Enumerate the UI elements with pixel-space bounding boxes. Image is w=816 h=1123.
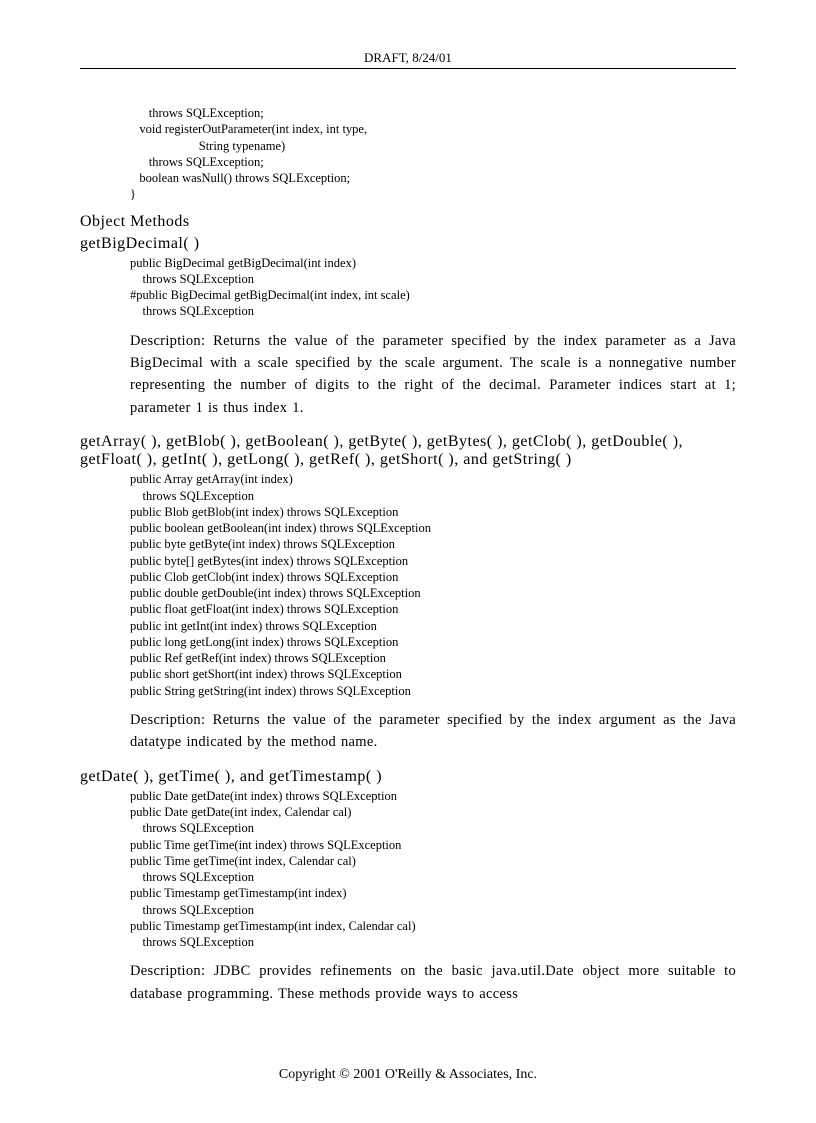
method-getdate-code: public Date getDate(int index) throws SQ… bbox=[130, 788, 736, 951]
page-footer: Copyright © 2001 O'Reilly & Associates, … bbox=[0, 1067, 816, 1083]
method-getdate-desc: Description: JDBC provides refinements o… bbox=[130, 960, 736, 1005]
method-getbigdecimal-code: public BigDecimal getBigDecimal(int inde… bbox=[130, 255, 736, 320]
section-object-methods: Object Methods bbox=[80, 213, 736, 231]
method-getarray-title: getArray( ), getBlob( ), getBoolean( ), … bbox=[80, 433, 736, 469]
method-getbigdecimal-desc: Description: Returns the value of the pa… bbox=[130, 330, 736, 420]
method-getarray-code: public Array getArray(int index) throws … bbox=[130, 471, 736, 699]
page-header: DRAFT, 8/24/01 bbox=[80, 50, 736, 69]
method-getarray-desc: Description: Returns the value of the pa… bbox=[130, 709, 736, 754]
intro-code-block: throws SQLException; void registerOutPar… bbox=[130, 105, 736, 203]
method-getdate-title: getDate( ), getTime( ), and getTimestamp… bbox=[80, 768, 736, 786]
method-getbigdecimal-title: getBigDecimal( ) bbox=[80, 235, 736, 253]
